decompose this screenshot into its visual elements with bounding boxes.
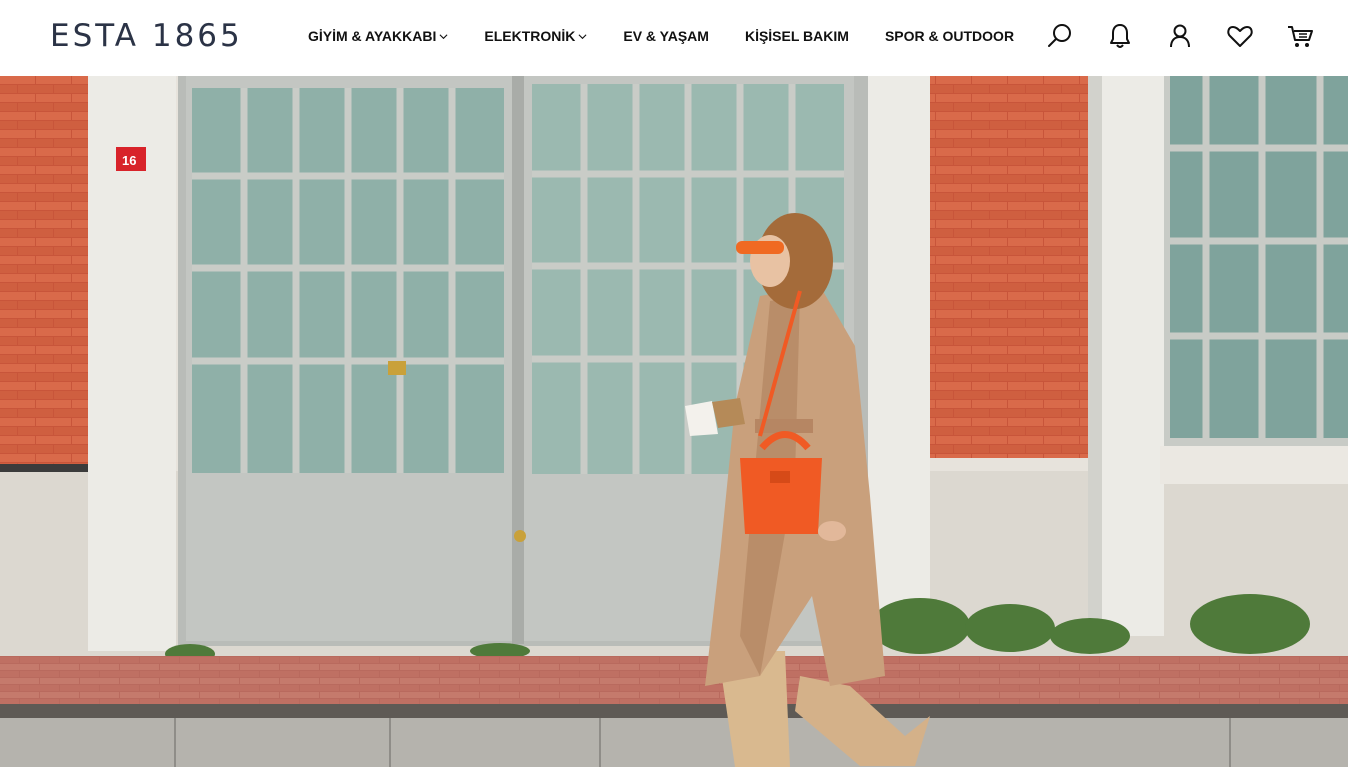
notifications-button[interactable] [1106,22,1134,50]
nav-item-label: ELEKTRONİK [484,28,576,44]
site-header: ESTA 1865 GİYİM & AYAKKABI ELEKTRONİK EV… [0,0,1348,76]
nav-item-label: KİŞİSEL BAKIM [744,28,849,44]
main-nav: GİYİM & AYAKKABI ELEKTRONİK EV & YAŞAM K… [308,28,1050,44]
search-icon [1048,24,1071,47]
nav-item-kisisel-bakim[interactable]: KİŞİSEL BAKIM [745,28,849,44]
nav-item-label: GİYİM & AYAKKABI [308,28,437,44]
header-icons [1046,22,1314,50]
site-logo[interactable]: ESTA 1865 [50,18,243,54]
nav-item-spor-outdoor[interactable]: SPOR & OUTDOOR [885,28,1014,44]
nav-item-ev-yasam[interactable]: EV & YAŞAM [623,28,709,44]
chevron-down-icon [439,33,448,39]
heart-icon [1227,26,1253,47]
cart-icon [1288,26,1313,47]
search-button[interactable] [1046,22,1074,50]
nav-item-giyim-ayakkabi[interactable]: GİYİM & AYAKKABI [308,28,448,44]
door-glass-left [192,88,504,473]
cart-button[interactable] [1286,22,1314,50]
nav-item-label: EV & YAŞAM [623,28,709,44]
nav-item-elektronik[interactable]: ELEKTRONİK [484,28,587,44]
chevron-down-icon [578,33,587,39]
door-number: 16 [122,153,136,168]
hero-banner[interactable]: 16 [0,76,1348,767]
user-icon [1170,24,1190,48]
bell-icon [1110,24,1130,48]
wishlist-button[interactable] [1226,22,1254,50]
hero-image: 16 [0,76,1348,767]
account-button[interactable] [1166,22,1194,50]
nav-item-label: SPOR & OUTDOOR [884,28,1015,44]
